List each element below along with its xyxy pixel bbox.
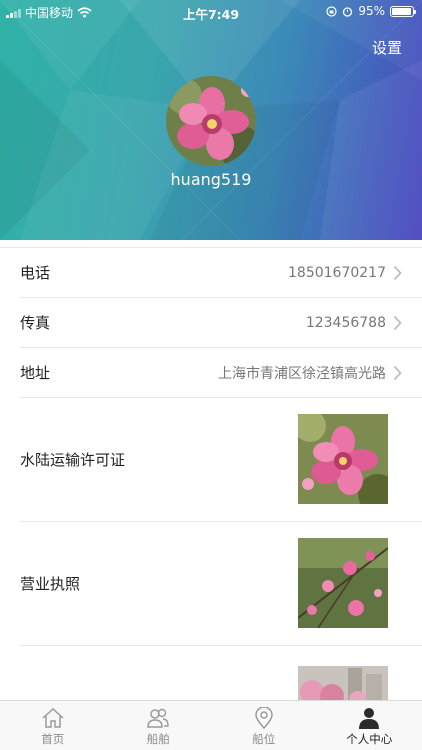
fax-value: 123456788 [305,314,386,331]
chevron-right-icon [393,365,402,381]
alarm-icon [343,6,353,17]
tab-home-label: 首页 [41,732,65,746]
section-divider [0,240,422,248]
tab-ships-label: 船舶 [146,732,170,746]
transport-license-row[interactable]: 水陆运输许可证 [20,398,422,522]
settings-button[interactable]: 设置 [372,37,402,58]
chevron-right-icon [393,315,402,331]
profile-details-list: 电话 18501670217 传真 123456788 地址 上海市青浦区徐泾镇… [0,240,422,706]
address-value: 上海市青浦区徐泾镇高光路 [218,365,386,382]
business-license-row[interactable]: 营业执照 [20,522,422,646]
bottom-tab-bar: 首页 船舶 船位 个人中心 [0,700,422,750]
username: huang519 [170,170,252,189]
orientation-lock-icon [326,5,337,17]
address-label: 地址 [20,364,51,382]
battery-percent: 95% [358,4,385,18]
document-row[interactable] [20,646,422,706]
transport-license-image[interactable] [298,414,388,504]
phone-row[interactable]: 电话 18501670217 [20,248,422,298]
home-icon [42,707,64,728]
ships-people-icon [147,708,169,728]
avatar[interactable] [166,76,256,166]
blossom-branch-photo [298,538,388,628]
tab-personal-center[interactable]: 个人中心 [317,701,422,750]
person-icon [359,708,380,729]
tab-ship-position-label: 船位 [252,732,276,746]
phone-value: 18501670217 [288,264,386,281]
tab-ships[interactable]: 船舶 [106,701,212,750]
phone-label: 电话 [20,264,51,282]
business-license-image[interactable] [298,538,388,628]
chevron-right-icon [393,265,402,281]
tab-home[interactable]: 首页 [0,701,106,750]
peach-blossom-photo [298,414,388,504]
location-pin-icon [254,707,273,729]
fax-row[interactable]: 传真 123456788 [20,298,422,348]
tab-personal-center-label: 个人中心 [346,732,393,746]
peach-blossom-avatar-image [166,76,256,166]
tab-ship-position[interactable]: 船位 [211,701,317,750]
battery-icon [390,5,416,17]
fax-label: 传真 [20,314,51,332]
transport-license-label: 水陆运输许可证 [20,451,126,469]
profile-header: 设置 huang519 [0,0,422,240]
address-row[interactable]: 地址 上海市青浦区徐泾镇高光路 [20,348,422,398]
business-license-label: 营业执照 [20,575,81,593]
status-bar: 中国移动 上午7:49 95% [0,0,422,22]
